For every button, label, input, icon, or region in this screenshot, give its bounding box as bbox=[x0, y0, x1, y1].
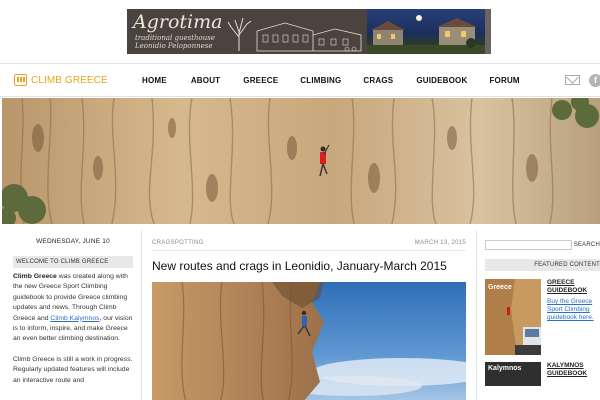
featured-item-greece[interactable]: Greece GREECE GUIDEBOOK Buy the Greece S… bbox=[485, 279, 600, 355]
search-button[interactable]: SEARCH bbox=[574, 242, 600, 248]
nav-item-about[interactable]: ABOUT bbox=[191, 76, 220, 85]
main-navigation: CLIMB GREECE HOME ABOUT GREECE CLIMBING … bbox=[0, 63, 600, 97]
greece-thumb-label: Greece bbox=[488, 284, 512, 291]
column-divider-left bbox=[141, 230, 142, 400]
welcome-paragraph-2: Climb Greece is still a work in progress… bbox=[13, 355, 133, 384]
featured-item-kalymnos[interactable]: Kalymnos KALYMNOS GUIDEBOOK bbox=[485, 362, 600, 386]
post-meta: CRAGSPOTTING MARCH 13, 2015 bbox=[152, 240, 466, 246]
search-form: SEARCH bbox=[485, 240, 600, 250]
facebook-icon[interactable]: f bbox=[589, 74, 600, 87]
featured-item-greece-text: GREECE GUIDEBOOK Buy the Greece Sport Cl… bbox=[547, 279, 600, 355]
nav-item-crags[interactable]: CRAGS bbox=[363, 76, 393, 85]
left-sidebar: WEDNESDAY, JUNE 10 WELCOME TO CLIMB GREE… bbox=[13, 238, 133, 386]
nav-item-home[interactable]: HOME bbox=[142, 76, 167, 85]
climb-kalymnos-link[interactable]: Climb Kalymnos bbox=[50, 315, 99, 322]
logo-icon bbox=[14, 74, 27, 86]
banner-ad[interactable]: Agrotima traditional guesthouse Leonidio… bbox=[127, 9, 491, 54]
right-sidebar: SEARCH FEATURED CONTENT Greece GREECE GU… bbox=[485, 240, 600, 386]
column-divider-right bbox=[476, 230, 477, 400]
kalymnos-thumb-label: Kalymnos bbox=[488, 365, 522, 372]
post-date: MARCH 13, 2015 bbox=[414, 240, 466, 246]
tree-icon bbox=[227, 17, 252, 51]
main-content: CRAGSPOTTING MARCH 13, 2015 New routes a… bbox=[152, 240, 466, 400]
greece-guidebook-link[interactable]: Buy the Greece Sport Climbing guidebook … bbox=[547, 298, 600, 322]
featured-content-title: FEATURED CONTENT bbox=[485, 259, 600, 271]
banner-night-photo bbox=[367, 9, 485, 54]
nav-item-forum[interactable]: FORUM bbox=[489, 76, 519, 85]
post-title[interactable]: New routes and crags in Leonidio, Januar… bbox=[152, 259, 466, 274]
search-input[interactable] bbox=[485, 240, 572, 250]
banner-brand-panel: Agrotima traditional guesthouse Leonidio… bbox=[127, 9, 367, 54]
greece-guidebook-title[interactable]: GREECE GUIDEBOOK bbox=[547, 279, 600, 295]
site-name: CLIMB GREECE bbox=[31, 74, 108, 86]
banner-tagline-line-2: Leonidio Peloponnese bbox=[135, 42, 213, 50]
banner-edge-strip bbox=[485, 9, 491, 54]
welcome-site-name: Climb Greece bbox=[13, 273, 57, 280]
banner-logo-text: Agrotima bbox=[133, 11, 223, 33]
post-meta-divider bbox=[152, 250, 466, 251]
nav-item-greece[interactable]: GREECE bbox=[243, 76, 278, 85]
greece-guidebook-cover[interactable]: Greece bbox=[485, 279, 541, 355]
kalymnos-guidebook-cover[interactable]: Kalymnos bbox=[485, 362, 541, 386]
welcome-box-title: WELCOME TO CLIMB GREECE bbox=[13, 256, 133, 268]
nav-menu: HOME ABOUT GREECE CLIMBING CRAGS GUIDEBO… bbox=[142, 76, 520, 85]
house-drawing bbox=[256, 22, 362, 52]
post-image[interactable] bbox=[152, 282, 466, 400]
hero-image bbox=[2, 98, 600, 224]
banner-tagline: traditional guesthouse Leonidio Peloponn… bbox=[135, 34, 215, 50]
current-date: WEDNESDAY, JUNE 10 bbox=[36, 238, 110, 245]
hero-cliff-photo bbox=[2, 98, 600, 224]
nav-item-climbing[interactable]: CLIMBING bbox=[300, 76, 341, 85]
featured-item-kalymnos-text: KALYMNOS GUIDEBOOK bbox=[547, 362, 600, 386]
banner-tagline-line-1: traditional guesthouse bbox=[135, 34, 215, 42]
post-photo-cliff bbox=[152, 282, 466, 400]
mail-icon[interactable] bbox=[565, 75, 580, 85]
post-category[interactable]: CRAGSPOTTING bbox=[152, 240, 204, 246]
welcome-paragraph-1: Climb Greece was created along with the … bbox=[13, 272, 133, 345]
site-logo[interactable]: CLIMB GREECE bbox=[14, 74, 108, 86]
banner-night-scene bbox=[367, 15, 485, 54]
nav-item-guidebook[interactable]: GUIDEBOOK bbox=[416, 76, 467, 85]
kalymnos-guidebook-title[interactable]: KALYMNOS GUIDEBOOK bbox=[547, 362, 600, 378]
